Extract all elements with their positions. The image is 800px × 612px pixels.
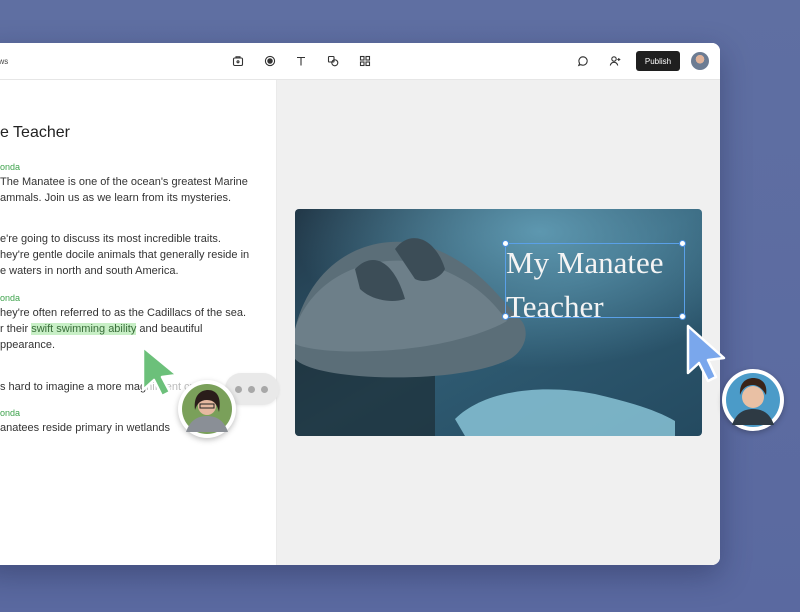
doc-text: and beautiful [136,323,203,335]
resize-handle[interactable] [679,240,686,247]
doc-line[interactable]: e're going to discuss its most incredibl… [0,233,221,245]
doc-text: s hard to imagine a more mag [0,381,147,393]
doc-line[interactable]: hey're often referred to as the Cadillac… [0,307,246,319]
text-icon[interactable] [294,54,308,68]
grid-icon[interactable] [358,54,372,68]
speaker-label: onda [0,293,21,303]
collaborator-avatar[interactable] [178,380,236,438]
toolbar: ows Publish [0,43,720,80]
highlighted-text[interactable]: swift swimming ability [31,323,137,335]
speaker-label: onda [0,162,21,172]
speaker-label: onda [0,408,21,418]
shapes-icon[interactable] [326,54,340,68]
box-icon[interactable] [231,54,245,68]
breadcrumb[interactable]: ows [0,57,8,66]
selection-box[interactable] [505,243,685,318]
resize-handle[interactable] [502,240,509,247]
doc-line[interactable]: hey're gentle docile animals that genera… [0,249,249,261]
add-user-icon[interactable] [608,54,622,68]
collaborator-cursor-blue [686,324,726,383]
comment-icon[interactable] [576,54,590,68]
doc-line[interactable]: ammals. Join us as we learn from its mys… [0,192,231,204]
doc-line[interactable]: anatees reside primary in wetlands [0,422,170,434]
user-avatar[interactable] [691,52,709,70]
doc-text: r their [0,323,32,335]
record-icon[interactable] [263,54,277,68]
resize-handle[interactable] [679,313,686,320]
resize-handle[interactable] [502,313,509,320]
doc-line[interactable]: The Manatee is one of the ocean's greate… [0,176,248,188]
doc-line[interactable]: e waters in north and south America. [0,265,179,277]
collaborator-cursor-green [141,345,179,398]
collaborator-avatar[interactable] [722,369,784,431]
doc-line[interactable]: ppearance. [0,339,55,351]
doc-title[interactable]: e Teacher [0,124,70,142]
publish-button[interactable]: Publish [636,51,680,71]
doc-line[interactable]: r their swift swimming ability and beaut… [0,323,202,335]
